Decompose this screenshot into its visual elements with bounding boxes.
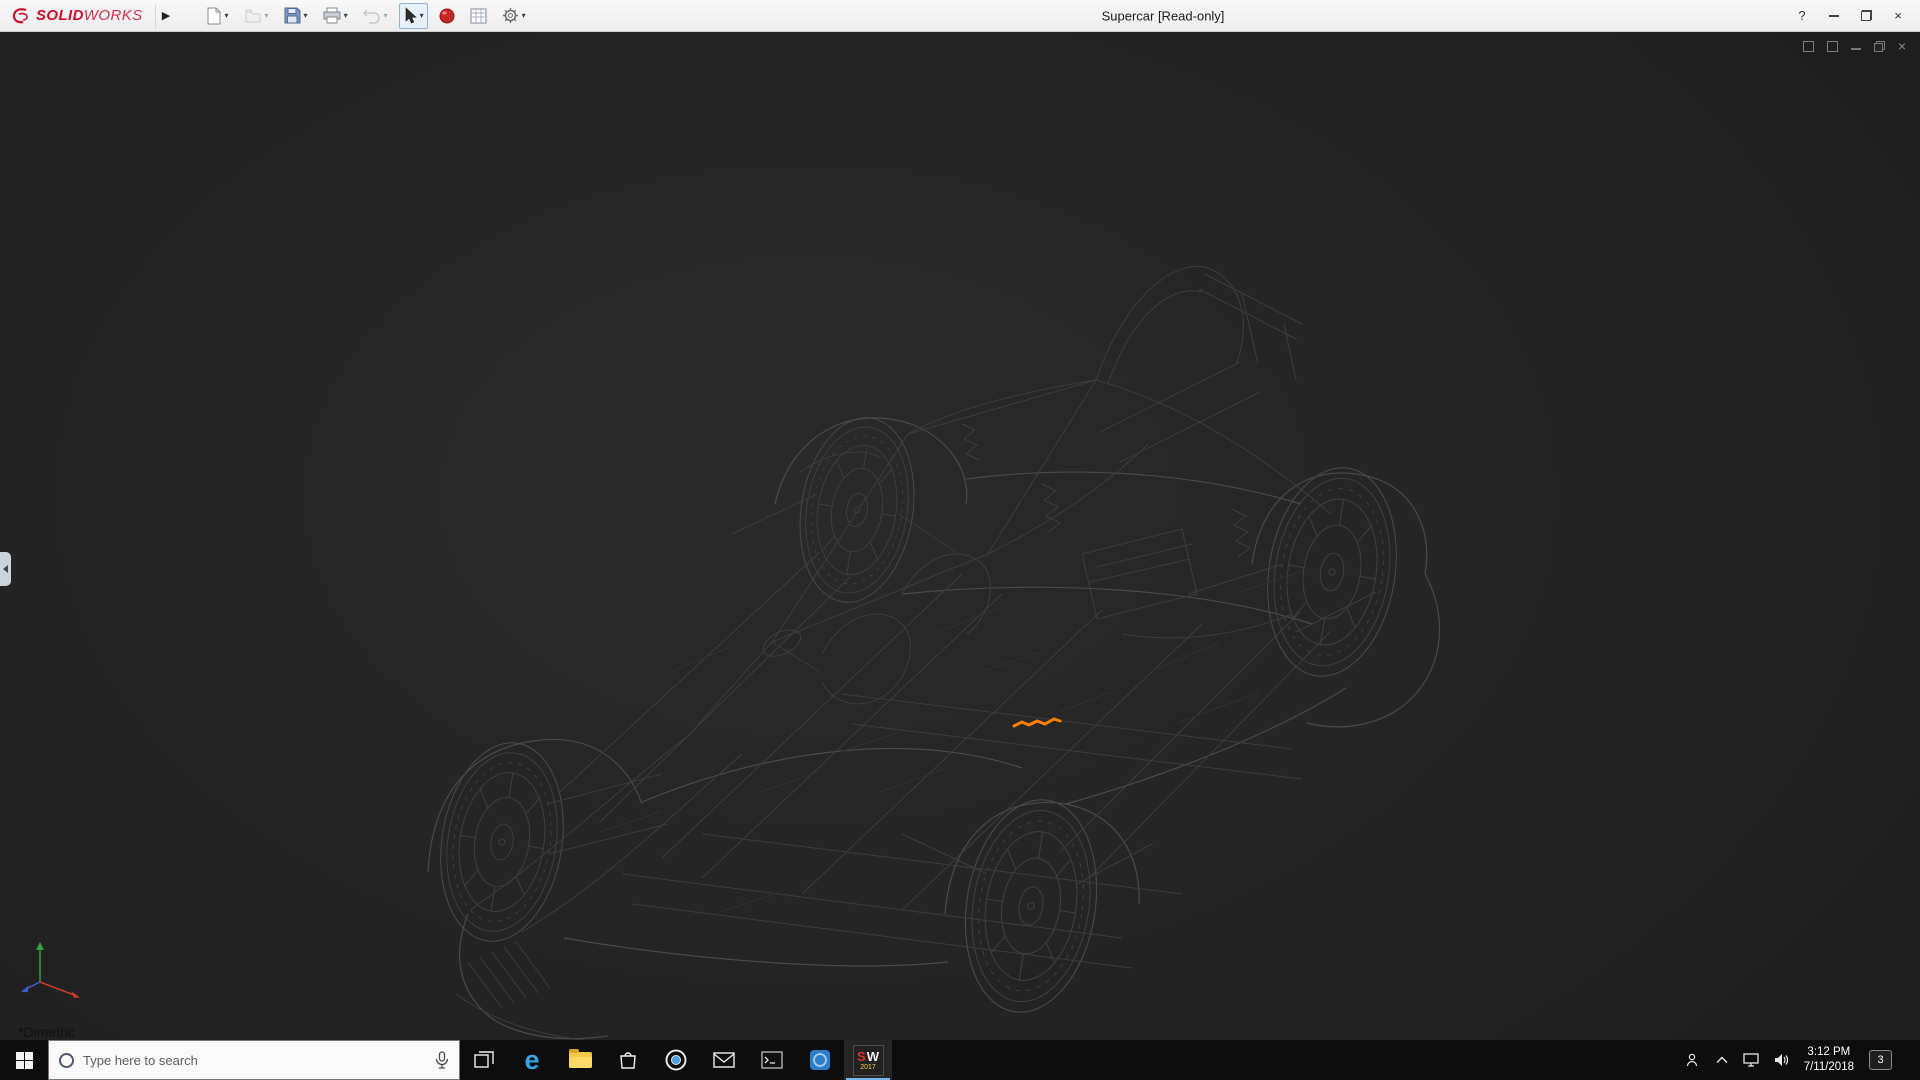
task-view-icon xyxy=(474,1051,494,1068)
file-explorer-icon xyxy=(568,1049,592,1068)
red-sphere-button[interactable] xyxy=(435,3,459,29)
document-window-controls: × xyxy=(1802,39,1906,53)
clock-date: 7/11/2018 xyxy=(1803,1061,1854,1073)
dropdown-chevron-icon[interactable]: ▾ xyxy=(384,11,388,20)
save-icon xyxy=(284,7,301,24)
menu-flyout-arrow-button[interactable]: ▶ xyxy=(154,3,177,28)
tray-expand-chevron-icon[interactable] xyxy=(1716,1056,1728,1064)
new-document-button[interactable]: ▾ xyxy=(201,3,233,29)
store-bag-icon xyxy=(620,1052,636,1069)
dropdown-chevron-icon[interactable]: ▾ xyxy=(344,11,348,20)
help-button[interactable]: ? xyxy=(1786,1,1818,31)
blue-app-button[interactable] xyxy=(796,1040,844,1080)
select-button[interactable]: ▾ xyxy=(398,2,428,29)
minimize-icon xyxy=(1829,14,1839,17)
design-table-icon xyxy=(470,8,487,23)
document-minimize-icon[interactable] xyxy=(1850,43,1861,50)
edge-icon: e xyxy=(524,1044,540,1075)
system-tray: 3:12 PM 7/11/2018 3 xyxy=(1685,1040,1920,1080)
select-cursor-icon xyxy=(405,6,417,23)
file-explorer-button[interactable] xyxy=(556,1040,604,1080)
command-prompt-icon xyxy=(761,1051,783,1069)
wheel-rear-right xyxy=(1252,457,1412,687)
command-prompt-button[interactable] xyxy=(748,1040,796,1080)
design-table-button[interactable] xyxy=(466,3,491,29)
open-icon xyxy=(245,9,261,22)
task-view-button[interactable] xyxy=(460,1040,508,1080)
mail-icon xyxy=(713,1052,735,1068)
solidworks-app-icon: SW 2017 xyxy=(852,1044,884,1076)
document-restore-icon[interactable] xyxy=(1873,40,1885,52)
search-input[interactable] xyxy=(83,1052,426,1068)
hood-lines xyxy=(455,451,881,1040)
graphics-area[interactable]: × *Dimetric xyxy=(0,32,1920,1040)
clock-time: 3:12 PM xyxy=(1807,1046,1851,1059)
rear-wing xyxy=(1095,266,1332,515)
windows-taskbar: e SW 2017 xyxy=(0,1040,1920,1080)
view-orientation-label: *Dimetric xyxy=(18,1024,75,1040)
cortana-icon xyxy=(59,1052,74,1068)
dassault-3ds-logo-icon xyxy=(12,7,28,23)
close-button[interactable]: × xyxy=(1882,1,1914,31)
edge-button[interactable]: e xyxy=(508,1040,556,1080)
browser-icon xyxy=(665,1049,687,1071)
panel-collapse-tab[interactable] xyxy=(0,552,11,586)
undo-button[interactable]: ▾ xyxy=(359,3,392,29)
solidworks-wordmark: SOLIDWORKS xyxy=(36,7,143,24)
solidworks-logo: SOLIDWORKS xyxy=(6,6,143,26)
open-button[interactable]: ▾ xyxy=(240,3,273,29)
dropdown-chevron-icon[interactable]: ▾ xyxy=(304,11,308,20)
notification-count-badge: 3 xyxy=(1877,1054,1884,1066)
red-sphere-icon xyxy=(439,8,455,23)
new-document-icon xyxy=(207,7,221,24)
glasshouse xyxy=(770,379,1149,644)
restore-icon xyxy=(1860,10,1872,21)
microphone-icon[interactable] xyxy=(435,1050,449,1070)
save-button[interactable]: ▾ xyxy=(280,3,312,29)
browser-button[interactable] xyxy=(652,1040,700,1080)
restore-button[interactable] xyxy=(1850,1,1882,31)
wheel-front-left xyxy=(426,733,578,951)
speaker-icon[interactable] xyxy=(1774,1053,1789,1067)
document-close-icon[interactable]: × xyxy=(1898,39,1906,53)
print-button[interactable]: ▾ xyxy=(319,3,352,29)
window-title: Supercar [Read-only] xyxy=(1101,8,1225,23)
titlebar: SOLIDWORKS ▶ ▾ ▾ ▾ ▾ ▾ ▾ ▾ Supercar [Rea… xyxy=(0,0,1920,32)
dropdown-chevron-icon[interactable]: ▾ xyxy=(522,11,526,20)
body-outline xyxy=(427,417,1441,1040)
undo-icon xyxy=(362,9,380,24)
selected-edge-highlight[interactable] xyxy=(1012,717,1062,728)
people-icon[interactable] xyxy=(1685,1053,1701,1067)
wheel-front-right xyxy=(786,408,928,612)
mail-button[interactable] xyxy=(700,1040,748,1080)
windows-logo-icon xyxy=(15,1051,33,1069)
blue-app-icon xyxy=(810,1050,830,1070)
options-gear-icon xyxy=(502,8,518,23)
network-icon[interactable] xyxy=(1743,1053,1759,1067)
dropdown-chevron-icon[interactable]: ▾ xyxy=(265,11,269,20)
chevron-left-icon xyxy=(3,565,8,573)
solidworks-year-label: 2017 xyxy=(860,1063,876,1071)
store-button[interactable] xyxy=(604,1040,652,1080)
window-box-icon[interactable] xyxy=(1826,40,1838,52)
dropdown-chevron-icon[interactable]: ▾ xyxy=(420,11,424,20)
viewport-canvas[interactable] xyxy=(0,32,1920,1040)
quick-access-toolbar: ▾ ▾ ▾ ▾ ▾ ▾ ▾ xyxy=(201,2,530,29)
start-button[interactable] xyxy=(0,1040,48,1080)
print-icon xyxy=(323,7,341,24)
window-controls: ? × xyxy=(1786,1,1914,31)
supercar-wireframe xyxy=(426,266,1441,1040)
window-box-icon[interactable] xyxy=(1802,40,1814,52)
options-button[interactable]: ▾ xyxy=(498,3,530,29)
minimize-button[interactable] xyxy=(1818,1,1850,31)
taskbar-search[interactable] xyxy=(48,1040,460,1080)
solidworks-2017-button[interactable]: SW 2017 xyxy=(844,1040,892,1080)
chassis-rails xyxy=(559,551,1331,969)
misc-detail xyxy=(599,571,1301,913)
dropdown-chevron-icon[interactable]: ▾ xyxy=(225,11,229,20)
orientation-triad xyxy=(21,942,80,998)
taskbar-clock[interactable]: 3:12 PM 7/11/2018 xyxy=(1804,1045,1854,1075)
action-center-icon[interactable]: 3 xyxy=(1869,1050,1892,1070)
